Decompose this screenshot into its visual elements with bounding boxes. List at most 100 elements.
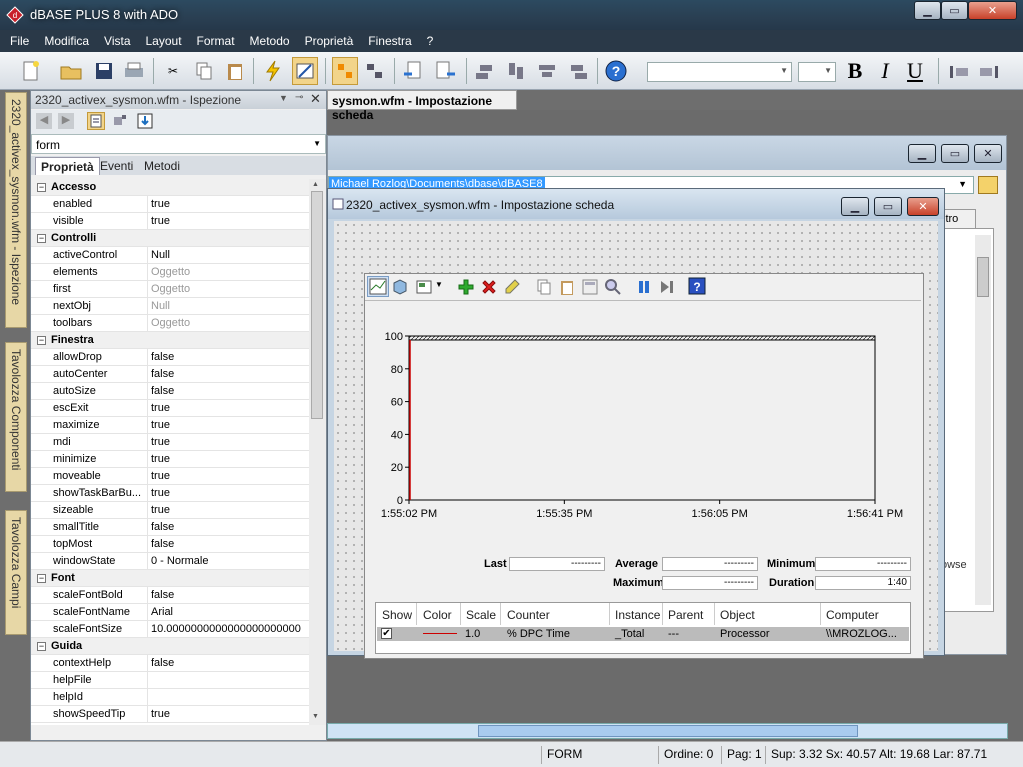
bg-minimize-button[interactable]: ▁: [908, 144, 936, 163]
add-counter-icon[interactable]: [457, 278, 475, 296]
property-value[interactable]: 10.0000000000000000000000: [151, 623, 307, 635]
open-folder-icon[interactable]: [58, 57, 84, 85]
indent-right-icon[interactable]: [976, 57, 1002, 85]
freeze-display-icon[interactable]: [635, 278, 653, 296]
indent-left-icon[interactable]: [946, 57, 972, 85]
paste-icon[interactable]: [222, 57, 248, 85]
run-lightning-icon[interactable]: [260, 57, 286, 85]
scroll-down-icon[interactable]: ▼: [312, 713, 319, 720]
bg-maximize-button[interactable]: ▭: [941, 144, 969, 163]
next-page-icon[interactable]: [433, 57, 459, 85]
property-row[interactable]: first Oggetto: [31, 281, 309, 298]
dropdown-arrow-icon[interactable]: ▼: [279, 93, 288, 103]
align-center-icon[interactable]: [534, 57, 560, 85]
property-row[interactable]: maximize true: [31, 417, 309, 434]
form-minimize-button[interactable]: ▁: [841, 197, 869, 216]
close-icon[interactable]: ✕: [310, 91, 321, 107]
property-value[interactable]: false: [151, 538, 307, 550]
property-row[interactable]: escExit true: [31, 400, 309, 417]
italic-button[interactable]: I: [872, 57, 898, 85]
menu-finestra[interactable]: Finestra: [368, 34, 411, 48]
tab-properties[interactable]: Proprietà: [35, 157, 100, 175]
property-value[interactable]: true: [151, 708, 307, 720]
property-value[interactable]: false: [151, 385, 307, 397]
form-close-button[interactable]: ✕: [907, 197, 939, 216]
property-row[interactable]: visible true: [31, 213, 309, 230]
menu-proprieta[interactable]: Proprietà: [305, 34, 354, 48]
col-object[interactable]: Object: [720, 608, 755, 622]
tab-order-icon[interactable]: [332, 57, 358, 85]
font-name-combo[interactable]: ▼: [647, 62, 792, 82]
property-value[interactable]: Null: [151, 249, 307, 261]
menu-format[interactable]: Format: [197, 34, 235, 48]
property-row[interactable]: autoCenter false: [31, 366, 309, 383]
list-scrollbar[interactable]: [975, 235, 991, 605]
sysmon-activex-control[interactable]: ▼ ? 100 80 60 40 20 0 1:55:02 PM 1:55:35 PM 1:56…: [364, 273, 924, 659]
col-color[interactable]: Color: [423, 608, 452, 622]
scroll-thumb[interactable]: [478, 725, 858, 737]
property-row[interactable]: toolbars Oggetto: [31, 315, 309, 332]
minimize-button[interactable]: ▁: [914, 1, 941, 20]
property-row[interactable]: mdi true: [31, 434, 309, 451]
property-value[interactable]: Oggetto: [151, 266, 307, 278]
view-histogram-icon[interactable]: [391, 278, 409, 296]
menu-help[interactable]: ?: [427, 34, 434, 48]
property-row[interactable]: smallTitle false: [31, 519, 309, 536]
print-icon[interactable]: [121, 57, 147, 85]
property-row[interactable]: enabled true: [31, 196, 309, 213]
sysmon-help-icon[interactable]: ?: [688, 277, 706, 295]
property-value[interactable]: Oggetto: [151, 283, 307, 295]
previous-page-icon[interactable]: [400, 57, 426, 85]
collapse-icon[interactable]: −: [37, 642, 46, 651]
property-row[interactable]: allowDrop false: [31, 349, 309, 366]
forward-arrow-icon[interactable]: ▶: [58, 113, 74, 129]
font-size-combo[interactable]: ▼: [798, 62, 836, 82]
properties-icon[interactable]: [581, 278, 599, 296]
menu-layout[interactable]: Layout: [146, 34, 182, 48]
property-value[interactable]: true: [151, 402, 307, 414]
document-tab[interactable]: sysmon.wfm - Impostazione scheda: [327, 90, 517, 122]
property-value[interactable]: true: [151, 504, 307, 516]
property-category[interactable]: − Font: [31, 570, 309, 587]
align-top-icon[interactable]: [503, 57, 529, 85]
property-value[interactable]: true: [151, 215, 307, 227]
property-value[interactable]: false: [151, 351, 307, 363]
col-scale[interactable]: Scale: [466, 608, 496, 622]
help-icon[interactable]: ?: [603, 57, 629, 85]
col-instance[interactable]: Instance: [615, 608, 660, 622]
delete-counter-icon[interactable]: [480, 278, 498, 296]
col-computer[interactable]: Computer: [826, 608, 879, 622]
menu-metodo[interactable]: Metodo: [250, 34, 290, 48]
copy-properties-icon[interactable]: [535, 278, 553, 296]
property-row[interactable]: scaleFontName Arial: [31, 604, 309, 621]
property-row[interactable]: contextHelp false: [31, 655, 309, 672]
view-report-icon[interactable]: [415, 278, 433, 296]
property-value[interactable]: false: [151, 521, 307, 533]
tab-methods[interactable]: Metodi: [139, 157, 185, 175]
property-row[interactable]: activeControl Null: [31, 247, 309, 264]
property-category[interactable]: − Finestra: [31, 332, 309, 349]
bold-button[interactable]: B: [842, 57, 868, 85]
sort-icon[interactable]: [136, 112, 154, 130]
side-tab-components[interactable]: Tavolozza Componenti: [5, 342, 27, 492]
designer-horizontal-scrollbar[interactable]: [327, 723, 1008, 739]
categorized-view-icon[interactable]: [87, 112, 105, 130]
property-row[interactable]: scaleFontBold false: [31, 587, 309, 604]
alphabetic-view-icon[interactable]: [112, 113, 128, 129]
pin-icon[interactable]: ⊸: [295, 92, 303, 103]
property-value[interactable]: true: [151, 436, 307, 448]
property-row[interactable]: showTaskBarBu... true: [31, 485, 309, 502]
view-graph-icon[interactable]: [367, 276, 389, 297]
side-tab-inspector[interactable]: 2320_activex_sysmon.wfm - Ispezione: [5, 92, 27, 328]
menu-vista[interactable]: Vista: [104, 34, 130, 48]
property-row[interactable]: moveable true: [31, 468, 309, 485]
save-icon[interactable]: [91, 57, 117, 85]
sequence-icon[interactable]: [362, 57, 388, 85]
align-left-icon[interactable]: [472, 57, 498, 85]
browse-folder-icon[interactable]: [978, 176, 998, 194]
close-button[interactable]: ✕: [968, 1, 1017, 20]
property-value[interactable]: false: [151, 589, 307, 601]
paste-counter-list-icon[interactable]: [558, 278, 576, 296]
property-row[interactable]: topMost false: [31, 536, 309, 553]
scroll-thumb[interactable]: [311, 191, 323, 419]
